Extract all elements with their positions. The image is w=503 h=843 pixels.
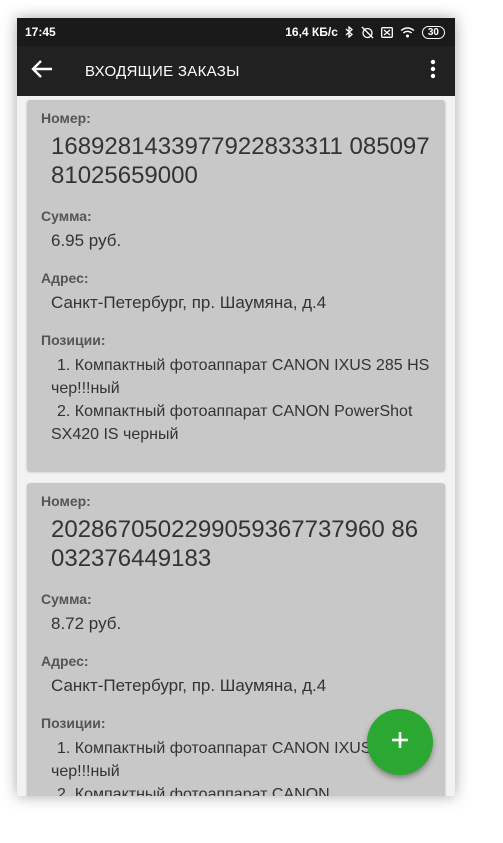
- position-index: 1.: [57, 357, 71, 374]
- network-speed: 16,4 КБ/с: [285, 25, 338, 39]
- more-vertical-icon: [430, 59, 436, 84]
- arrow-back-icon: [31, 59, 53, 84]
- order-number: 2028670502299059367737960 86032376449183: [51, 516, 419, 572]
- position-text: Компактный фотоаппарат CANON IXUS 285 HS…: [51, 357, 430, 397]
- order-sum: 6.95 руб.: [51, 231, 122, 250]
- position-index: 1.: [57, 740, 71, 757]
- position-index: 2.: [57, 403, 71, 420]
- order-address: Санкт-Петербург, пр. Шаумяна, д.4: [51, 676, 327, 695]
- sum-label: Сумма:: [41, 208, 92, 224]
- overflow-menu-button[interactable]: [423, 53, 443, 89]
- plus-icon: [390, 730, 410, 755]
- order-address: Санкт-Петербург, пр. Шаумяна, д.4: [51, 293, 327, 312]
- app-bar: ВХОДЯЩИЕ ЗАКАЗЫ: [17, 46, 455, 96]
- back-button[interactable]: [31, 53, 67, 89]
- address-label: Адрес:: [41, 653, 89, 669]
- position-item: 1. Компактный фотоаппарат CANON IXUS 285…: [51, 354, 431, 400]
- status-time: 17:45: [25, 25, 56, 39]
- position-text: Компактный фотоаппарат CANON PowerShot S…: [51, 403, 413, 443]
- position-text: Компактный фотоаппарат CANON: [74, 786, 330, 796]
- alarm-off-icon: [361, 26, 374, 39]
- address-label: Адрес:: [41, 270, 89, 286]
- wifi-icon: [400, 26, 415, 38]
- page-title: ВХОДЯЩИЕ ЗАКАЗЫ: [85, 62, 240, 80]
- positions-label: Позиции:: [41, 332, 106, 348]
- battery-icon: 30: [421, 25, 445, 39]
- status-bar: 17:45 16,4 КБ/с 30: [17, 18, 455, 46]
- orders-list[interactable]: Номер: 1689281433977922833311 0850978102…: [17, 96, 455, 796]
- sum-label: Сумма:: [41, 591, 92, 607]
- add-order-button[interactable]: [367, 709, 433, 775]
- phone-screen: 17:45 16,4 КБ/с 30 ВХОДЯЩИЕ ЗАКАЗЫ Номер…: [17, 18, 455, 796]
- number-label: Номер:: [41, 110, 91, 126]
- position-item: 2. Компактный фотоаппарат CANON PowerSho…: [51, 400, 431, 446]
- positions-list: 1. Компактный фотоаппарат CANON IXUS 285…: [51, 354, 431, 446]
- status-icons: 16,4 КБ/с 30: [285, 25, 445, 39]
- number-label: Номер:: [41, 493, 91, 509]
- order-card[interactable]: Номер: 1689281433977922833311 0850978102…: [27, 100, 445, 471]
- position-index: 2.: [57, 786, 71, 796]
- order-number: 1689281433977922833311 08509781025659000: [51, 133, 430, 189]
- bluetooth-icon: [345, 26, 354, 38]
- position-item: 2. Компактный фотоаппарат CANON: [51, 783, 431, 796]
- sim-off-icon: [380, 26, 393, 38]
- order-sum: 8.72 руб.: [51, 614, 122, 633]
